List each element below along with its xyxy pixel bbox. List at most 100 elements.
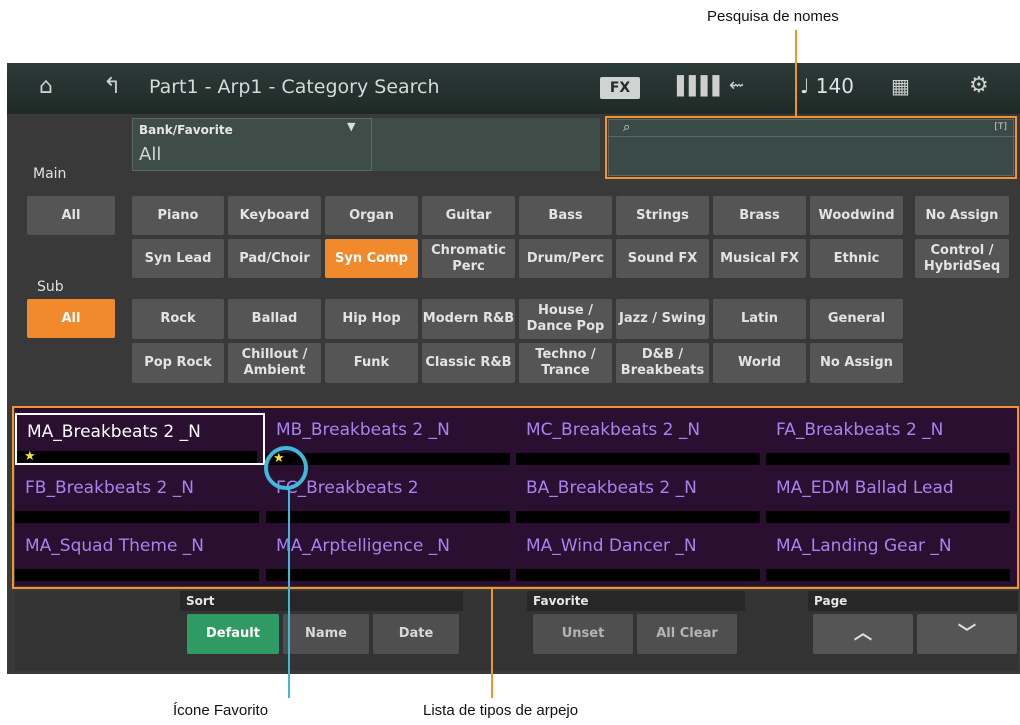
sub-latin-button[interactable]: Latin: [713, 299, 806, 339]
sub-pop-rock-button[interactable]: Pop Rock: [132, 343, 224, 383]
sub-all-button[interactable]: All: [27, 299, 115, 338]
list-item-bar: [516, 569, 760, 581]
main-syn-comp-button[interactable]: Syn Comp: [325, 239, 418, 278]
callout-line-favorite: [288, 487, 290, 698]
gear-icon[interactable]: ⚙: [969, 73, 989, 98]
list-item-bar: [766, 569, 1010, 581]
dropdown-icon: ▼: [347, 120, 356, 133]
list-item-name: BA_Breakbeats 2 _N: [526, 478, 697, 498]
up-arrow-icon[interactable]: ↰: [103, 74, 121, 99]
main-bass-button[interactable]: Bass: [519, 196, 612, 235]
main-woodwind-button[interactable]: Woodwind: [810, 196, 903, 235]
favorite-unset-button[interactable]: Unset: [533, 614, 633, 654]
sub-funk-button[interactable]: Funk: [325, 343, 418, 383]
list-item[interactable]: MA_Landing Gear _N: [766, 529, 1016, 581]
page-header: Page: [808, 591, 1018, 611]
sub-house-dance-pop-button[interactable]: House / Dance Pop: [519, 299, 612, 339]
main-guitar-button[interactable]: Guitar: [422, 196, 515, 235]
list-item-name: MA_Squad Theme _N: [25, 536, 205, 556]
list-item[interactable]: MA_Wind Dancer _N: [516, 529, 766, 581]
sub-general-button[interactable]: General: [810, 299, 903, 339]
device-screen: ⌂ ↰ Part1 - Arp1 - Category Search FX ▌▌…: [7, 63, 1020, 674]
list-item[interactable]: BA_Breakbeats 2 _N: [516, 471, 766, 523]
sub-chillout-ambient-button[interactable]: Chillout / Ambient: [228, 343, 321, 383]
main-sound-fx-button[interactable]: Sound FX: [616, 239, 709, 278]
main-no-assign-button[interactable]: No Assign: [915, 196, 1009, 235]
list-item-name: MA_Landing Gear _N: [776, 536, 952, 556]
list-item[interactable]: FA_Breakbeats 2 _N: [766, 413, 1016, 465]
main-pad-choir-button[interactable]: Pad/Choir: [228, 239, 321, 278]
sort-label: Sort: [186, 594, 215, 608]
list-item-name: FA_Breakbeats 2 _N: [776, 420, 944, 440]
sub-jazz-swing-button[interactable]: Jazz / Swing: [616, 299, 709, 339]
search-input[interactable]: ⌕ [T]: [608, 119, 1015, 176]
main-musical-fx-button[interactable]: Musical FX: [713, 239, 806, 278]
list-item-name: MA_Wind Dancer _N: [526, 536, 697, 556]
favorite-header: Favorite: [527, 591, 745, 611]
sub-world-button[interactable]: World: [713, 343, 806, 383]
list-item-name: MA_Arptelligence _N: [276, 536, 450, 556]
search-divider: [609, 136, 1015, 137]
list-item-name: MA_Breakbeats 2 _N: [27, 422, 201, 442]
main-organ-button[interactable]: Organ: [325, 196, 418, 235]
sub-d-b-breakbeats-button[interactable]: D&B / Breakbeats: [616, 343, 709, 383]
list-item[interactable]: MA_Squad Theme _N: [15, 529, 265, 581]
list-item[interactable]: MA_Arptelligence _N: [266, 529, 516, 581]
list-item-bar: [17, 451, 257, 463]
bank-favorite-select[interactable]: Bank/Favorite ▼ All: [132, 118, 372, 171]
favorite-label: Favorite: [533, 594, 589, 608]
sub-label: Sub: [37, 279, 64, 295]
sub-classic-r-b-button[interactable]: Classic R&B: [422, 343, 515, 383]
sub-rock-button[interactable]: Rock: [132, 299, 224, 339]
main-chromatic-perc-button[interactable]: Chromatic Perc: [422, 239, 515, 278]
sort-default-button[interactable]: Default: [187, 614, 279, 654]
usb-icon: ⇜: [729, 75, 745, 96]
sub-no-assign-button[interactable]: No Assign: [810, 343, 903, 383]
main-syn-lead-button[interactable]: Syn Lead: [132, 239, 224, 278]
bank-value: All: [139, 144, 162, 165]
bank-label: Bank/Favorite: [139, 123, 233, 137]
page-title: Part1 - Arp1 - Category Search: [149, 76, 440, 98]
main-label: Main: [33, 166, 67, 182]
list-item-bar: [516, 453, 760, 465]
main-brass-button[interactable]: Brass: [713, 196, 806, 235]
sub-techno-trance-button[interactable]: Techno / Trance: [519, 343, 612, 383]
list-item[interactable]: MA_Breakbeats 2 _N ★: [15, 413, 265, 465]
sort-date-button[interactable]: Date: [373, 614, 459, 654]
list-item-bar: [266, 569, 510, 581]
list-item[interactable]: MC_Breakbeats 2 _N: [516, 413, 766, 465]
page-up-button[interactable]: ︿: [813, 614, 913, 654]
tempo-display[interactable]: ♩ 140: [800, 74, 854, 98]
page-label: Page: [814, 594, 848, 608]
title-bar: ⌂ ↰ Part1 - Arp1 - Category Search FX ▌▌…: [7, 63, 1020, 114]
main-all-button[interactable]: All: [27, 196, 115, 235]
main-ethnic-button[interactable]: Ethnic: [810, 239, 903, 278]
list-item-bar: [15, 569, 259, 581]
main-keyboard-button[interactable]: Keyboard: [228, 196, 321, 235]
callout-name-search: Pesquisa de nomes: [707, 8, 839, 25]
favorite-all-clear-button[interactable]: All Clear: [637, 614, 737, 654]
list-item-bar: [266, 511, 510, 523]
sub-ballad-button[interactable]: Ballad: [228, 299, 321, 339]
search-icon: ⌕: [623, 120, 631, 135]
list-item-bar: [766, 453, 1010, 465]
home-icon[interactable]: ⌂: [39, 74, 53, 99]
main-strings-button[interactable]: Strings: [616, 196, 709, 235]
sub-modern-r-b-button[interactable]: Modern R&B: [422, 299, 515, 339]
main-piano-button[interactable]: Piano: [132, 196, 224, 235]
fx-indicator[interactable]: FX: [600, 77, 640, 99]
grid-icon[interactable]: ▦: [891, 74, 910, 98]
list-item[interactable]: MA_EDM Ballad Lead: [766, 471, 1016, 523]
sub-hip-hop-button[interactable]: Hip Hop: [325, 299, 418, 339]
main-control-hybridseq-button[interactable]: Control / HybridSeq: [915, 239, 1009, 278]
callout-favorite-icon: Ícone Favorito: [173, 702, 269, 719]
list-item[interactable]: FB_Breakbeats 2 _N: [15, 471, 265, 523]
list-item-name: MC_Breakbeats 2 _N: [526, 420, 701, 440]
list-item-bar: [516, 511, 760, 523]
main-drum-perc-button[interactable]: Drum/Perc: [519, 239, 612, 278]
page-down-button[interactable]: ﹀: [917, 614, 1017, 654]
sort-name-button[interactable]: Name: [283, 614, 369, 654]
callout-arp-list: Lista de tipos de arpejo: [423, 702, 579, 719]
sub-empty-slot: [915, 299, 1018, 383]
list-item-name: FB_Breakbeats 2 _N: [25, 478, 194, 498]
